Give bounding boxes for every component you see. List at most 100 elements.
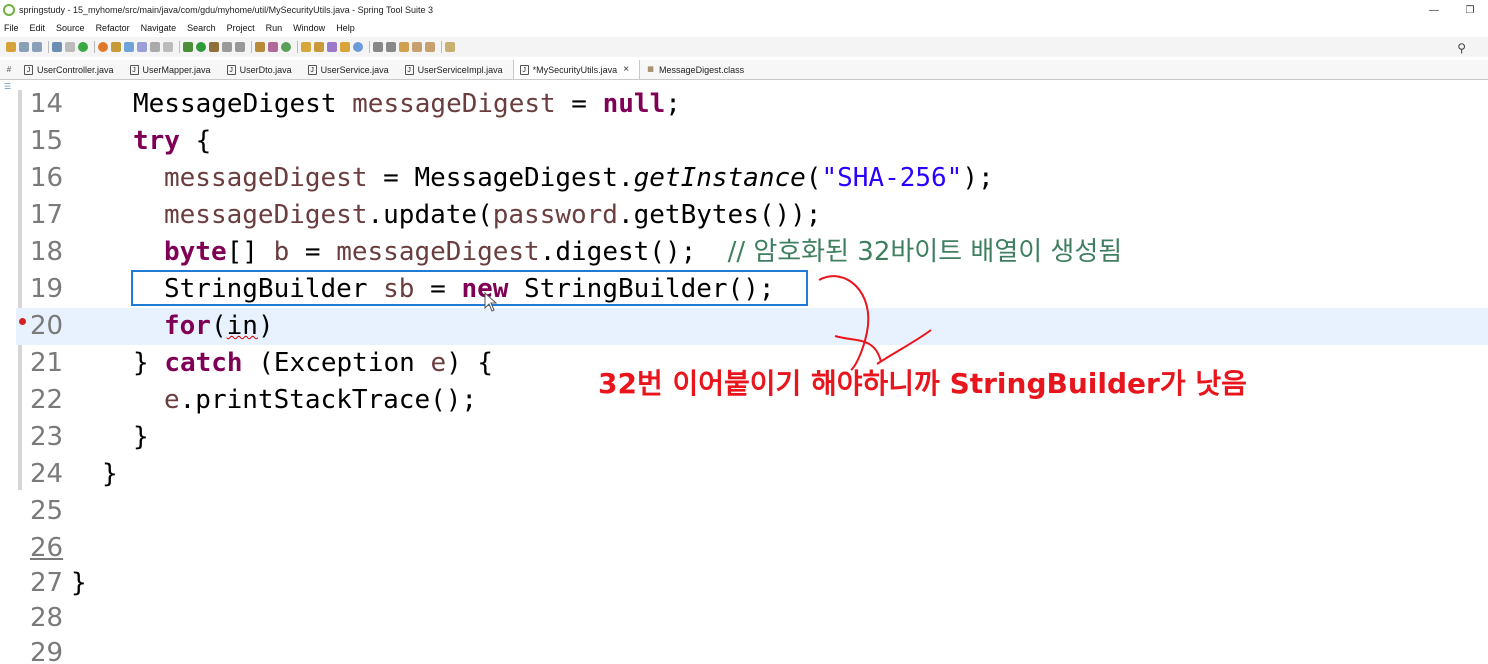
folder-icon[interactable]: [340, 42, 350, 52]
back-icon[interactable]: [412, 42, 422, 52]
toolbar-separator: [94, 41, 95, 53]
line-number: 26: [30, 533, 64, 563]
annotation-icon[interactable]: [111, 42, 121, 52]
variable-token: e: [164, 385, 180, 415]
globe-icon[interactable]: [353, 42, 363, 52]
editor-tab-bar: # J UserController.java J UserMapper.jav…: [0, 60, 1488, 80]
code-line: 23 }: [16, 419, 1488, 456]
coverage-icon[interactable]: [222, 42, 232, 52]
menu-refactor[interactable]: Refactor: [96, 23, 130, 33]
code-token: .digest();: [539, 237, 728, 267]
current-code-line: 20 for(in): [16, 308, 1488, 345]
code-text: for(in): [164, 308, 274, 345]
menu-bar: File Edit Source Refactor Navigate Searc…: [0, 20, 1488, 36]
next-annotation-icon[interactable]: [373, 42, 383, 52]
debug-icon[interactable]: [183, 42, 193, 52]
code-token: =: [289, 237, 337, 267]
tab-my-security-utils[interactable]: J *MySecurityUtils.java ×: [512, 60, 641, 79]
java-file-icon: J: [24, 64, 33, 75]
run-icon[interactable]: [196, 42, 206, 52]
line-number: 16: [30, 163, 64, 193]
code-token: .printStackTrace();: [179, 385, 478, 415]
tab-user-service-impl[interactable]: J UserServiceImpl.java: [399, 60, 513, 79]
code-token: []: [226, 237, 274, 267]
keyword-token: byte: [164, 237, 227, 267]
menu-file[interactable]: File: [4, 23, 19, 33]
window-title: springstudy - 15_myhome/src/main/java/co…: [19, 5, 433, 15]
line-number: 19: [30, 274, 64, 304]
whitespace-icon[interactable]: [163, 42, 173, 52]
menu-help[interactable]: Help: [336, 23, 355, 33]
pin-editor-icon[interactable]: [445, 42, 455, 52]
menu-project[interactable]: Project: [227, 23, 255, 33]
code-token: .getBytes());: [617, 200, 822, 230]
skip-breakpoints-icon[interactable]: [65, 42, 75, 52]
window-controls: — ❐: [1416, 0, 1488, 20]
new-java-project-icon[interactable]: [255, 42, 265, 52]
spring-icon[interactable]: [98, 42, 108, 52]
code-text: MessageDigest messageDigest = null;: [133, 86, 681, 123]
word-wrap-icon[interactable]: [150, 42, 160, 52]
open-type-icon[interactable]: [301, 42, 311, 52]
search-tool-icon[interactable]: [327, 42, 337, 52]
code-token: = MessageDigest.: [367, 163, 634, 193]
menu-run[interactable]: Run: [266, 23, 283, 33]
outline-icon: ☰: [4, 82, 12, 91]
code-line: 17 messageDigest.update(password.getByte…: [16, 197, 1488, 234]
code-line: 26: [16, 530, 1488, 567]
open-task-icon[interactable]: [314, 42, 324, 52]
server-start-icon[interactable]: [78, 42, 88, 52]
tab-label: UserDto.java: [239, 64, 292, 75]
tab-user-service[interactable]: J UserService.java: [302, 60, 399, 79]
maximize-button[interactable]: ❐: [1452, 5, 1488, 16]
console-icon[interactable]: [52, 42, 62, 52]
method-token: getInstance: [633, 163, 806, 193]
toolbar-separator: [369, 41, 370, 53]
tab-user-mapper[interactable]: J UserMapper.java: [124, 60, 221, 79]
code-token: ;: [665, 89, 681, 119]
main-toolbar: [0, 37, 1488, 57]
variable-token: messageDigest: [352, 89, 556, 119]
menu-navigate[interactable]: Navigate: [141, 23, 177, 33]
line-number: 28: [30, 603, 64, 633]
code-text: try {: [133, 123, 211, 160]
code-token: (: [210, 311, 227, 341]
save-icon[interactable]: [19, 42, 29, 52]
menu-edit[interactable]: Edit: [30, 23, 46, 33]
line-number: 21: [30, 348, 64, 378]
save-all-icon[interactable]: [32, 42, 42, 52]
last-edit-icon[interactable]: [399, 42, 409, 52]
new-package-icon[interactable]: [268, 42, 278, 52]
hierarchy-icon[interactable]: #: [0, 65, 18, 74]
line-number: 17: [30, 200, 64, 230]
external-tools-icon[interactable]: [209, 42, 219, 52]
variable-token: b: [273, 237, 290, 267]
line-number: 23: [30, 422, 64, 452]
search-icon[interactable]: ⚲: [1457, 41, 1466, 55]
type-token: MessageDigest: [133, 89, 337, 119]
mark-occurrences-icon[interactable]: [124, 42, 134, 52]
code-line: 14 MessageDigest messageDigest = null;: [16, 86, 1488, 123]
tab-user-controller[interactable]: J UserController.java: [18, 60, 124, 79]
tab-label: UserController.java: [37, 64, 114, 75]
code-text: messageDigest.update(password.getBytes()…: [164, 197, 821, 234]
forward-icon[interactable]: [425, 42, 435, 52]
menu-window[interactable]: Window: [293, 23, 325, 33]
profile-icon[interactable]: [235, 42, 245, 52]
close-icon[interactable]: ×: [623, 64, 629, 75]
new-class-icon[interactable]: [281, 42, 291, 52]
minimize-button[interactable]: —: [1416, 5, 1452, 16]
tab-user-dto[interactable]: J UserDto.java: [221, 60, 302, 79]
toggle-block-icon[interactable]: [137, 42, 147, 52]
tab-message-digest-class[interactable]: ▦ MessageDigest.class: [640, 60, 754, 79]
code-text: }: [71, 568, 87, 598]
code-line: 25: [16, 493, 1488, 530]
previous-annotation-icon[interactable]: [386, 42, 396, 52]
menu-search[interactable]: Search: [187, 23, 216, 33]
new-icon[interactable]: [6, 42, 16, 52]
java-file-icon: J: [129, 64, 139, 75]
code-token: );: [962, 163, 994, 193]
error-marker-icon[interactable]: [19, 318, 26, 325]
menu-source[interactable]: Source: [56, 23, 85, 33]
tab-label: MessageDigest.class: [659, 64, 745, 75]
